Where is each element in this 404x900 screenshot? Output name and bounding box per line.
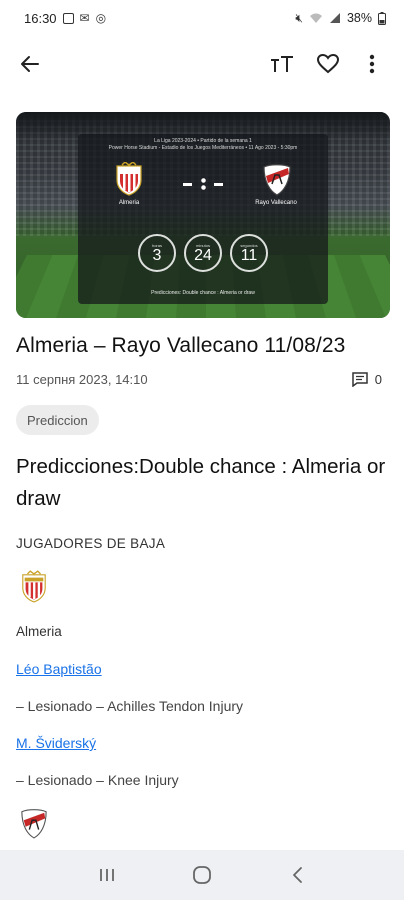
system-back-button[interactable]	[277, 855, 317, 895]
location-icon: ◎	[95, 11, 107, 25]
status-bar: 16:30 ✉ ◎ 🔇︎ 38%	[0, 0, 404, 36]
scorecard-footer: Predicciones: Double chance : Almeria or…	[151, 290, 255, 296]
player-link-2[interactable]: M. Šviderský	[16, 735, 96, 751]
rayo-logo-icon	[21, 809, 47, 839]
back-arrow-icon	[21, 56, 39, 72]
status-left: 16:30 ✉ ◎	[24, 11, 106, 26]
home-team-name: Almeria	[118, 200, 140, 206]
venue-line: Power Horse Stadium - Estadio de los Jue…	[108, 145, 298, 151]
almeria-crest-icon	[116, 162, 142, 196]
more-vert-icon	[369, 54, 375, 74]
player-status-1: – Lesionado – Achilles Tendon Injury	[16, 698, 244, 714]
favorite-button[interactable]	[308, 40, 348, 88]
signal-icon	[329, 13, 340, 23]
mail-icon: ✉	[79, 11, 90, 25]
battery-percent: 38%	[346, 11, 372, 25]
battery-icon	[378, 11, 386, 25]
back-button[interactable]	[10, 40, 50, 88]
wifi-icon	[309, 13, 322, 23]
countdown-minutes: minutos 24	[184, 234, 222, 272]
text-size-icon	[271, 56, 293, 72]
away-team-name: Rayo Vallecano	[255, 200, 297, 206]
app-bar	[0, 40, 404, 88]
status-time: 16:30	[24, 10, 57, 26]
article-meta: 11 серпня 2023, 14:10 0	[16, 372, 382, 387]
mute-icon: 🔇︎	[295, 10, 303, 25]
injured-players-heading: JUGADORES DE BAJA	[16, 536, 166, 551]
countdown-hours: horas 3	[138, 234, 176, 272]
recent-apps-button[interactable]	[87, 855, 127, 895]
article-title: Almeria – Rayo Vallecano 11/08/23	[16, 334, 346, 357]
article-date: 11 серпня 2023, 14:10	[16, 372, 148, 387]
gallery-icon	[62, 12, 74, 24]
home-button[interactable]	[182, 855, 222, 895]
system-nav-bar	[0, 850, 404, 900]
league-line: La Liga 2023-2024 • Partido de la semana…	[154, 138, 252, 144]
more-options-button[interactable]	[352, 40, 392, 88]
hero-image: La Liga 2023-2024 • Partido de la semana…	[16, 112, 390, 318]
home-icon	[193, 866, 211, 884]
comments-button[interactable]: 0	[352, 372, 382, 387]
player-link-1[interactable]: Léo Baptistão	[16, 661, 102, 677]
back-icon	[292, 867, 302, 883]
club-name-almeria: Almeria	[16, 624, 62, 639]
player-status-2: – Lesionado – Knee Injury	[16, 772, 179, 788]
countdown-seconds: segundos 11	[230, 234, 268, 272]
recent-apps-icon	[100, 869, 115, 881]
category-chip[interactable]: Prediccion	[16, 405, 99, 435]
teams-row: Almeria Rayo Vallecano	[78, 158, 328, 220]
match-scorecard: La Liga 2023-2024 • Partido de la semana…	[78, 134, 328, 304]
status-right: 🔇︎ 38%	[295, 11, 386, 26]
comment-icon	[352, 372, 368, 387]
comment-count: 0	[374, 372, 382, 387]
text-size-button[interactable]	[262, 40, 302, 88]
countdown-stats: horas 3 minutos 24 segundos 11	[138, 234, 268, 272]
versus-separator	[183, 174, 223, 194]
prediction-headline: Predicciones:Double chance : Almeria or …	[16, 455, 386, 510]
heart-icon	[317, 54, 339, 74]
rayo-crest-icon	[263, 164, 291, 196]
almeria-logo-icon	[22, 570, 46, 603]
